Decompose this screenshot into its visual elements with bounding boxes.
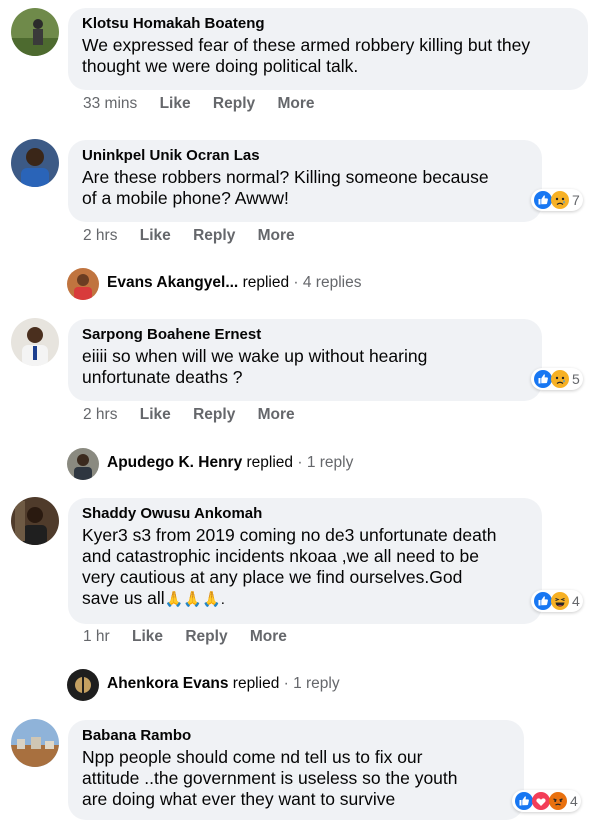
avatar[interactable] (67, 669, 99, 701)
comment-bubble: Sarpong Boahene Ernest eiiii so when wil… (68, 319, 542, 401)
comment-bubble: Babana Rambo Npp people should come nd t… (68, 720, 524, 820)
avatar[interactable] (11, 139, 59, 187)
comment-text: We expressed fear of these armed robbery… (82, 35, 531, 76)
more-button[interactable]: More (258, 406, 295, 423)
comment-text-body: Kyer3 s3 from 2019 coming no de3 unfortu… (82, 525, 497, 608)
view-replies-link[interactable]: Ahenkora Evans replied · 1 reply (107, 675, 340, 693)
reaction-count: 5 (572, 371, 580, 387)
comment-time[interactable]: 2 hrs (83, 227, 117, 244)
like-button[interactable]: Like (132, 628, 163, 645)
angry-icon (549, 792, 567, 810)
reaction-summary[interactable]: 5 (531, 368, 583, 390)
haha-icon (551, 592, 569, 610)
comment-actions: 1 hr Like Reply More (83, 628, 305, 646)
reaction-count: 4 (570, 793, 578, 809)
comment-time[interactable]: 1 hr (83, 628, 110, 645)
comment-text: Kyer3 s3 from 2019 coming no de3 unfortu… (82, 525, 528, 610)
like-button[interactable]: Like (160, 95, 191, 112)
reaction-summary[interactable]: 4 (512, 790, 581, 812)
comment-author[interactable]: Sarpong Boahene Ernest (82, 326, 528, 344)
reaction-summary[interactable]: 4 (531, 590, 583, 612)
more-button[interactable]: More (250, 628, 287, 645)
praying-hands-emoji: 🙏🙏🙏. (164, 591, 225, 608)
comment-time[interactable]: 2 hrs (83, 406, 117, 423)
avatar[interactable] (67, 448, 99, 480)
like-button[interactable]: Like (140, 406, 171, 423)
avatar[interactable] (11, 497, 59, 545)
reaction-summary[interactable]: 7 (531, 189, 583, 211)
reply-verb: replied (242, 274, 290, 291)
reply-verb: replied (232, 675, 280, 692)
comment-actions: 2 hrs Like Reply More (83, 406, 313, 424)
avatar[interactable] (11, 318, 59, 366)
reply-button[interactable]: Reply (193, 227, 235, 244)
comment-author[interactable]: Babana Rambo (82, 727, 510, 745)
comment-text: Are these robbers normal? Killing someon… (82, 167, 489, 208)
comment-text: eiiii so when will we wake up without he… (82, 346, 428, 387)
reply-button[interactable]: Reply (185, 628, 227, 645)
reply-author: Evans Akangyel... (107, 274, 239, 291)
comment-actions: 33 mins Like Reply More (83, 95, 333, 113)
reply-count: · 1 reply (297, 454, 354, 471)
reaction-count: 4 (572, 593, 580, 609)
reply-button[interactable]: Reply (193, 406, 235, 423)
more-button[interactable]: More (277, 95, 314, 112)
comment-actions: 2 hrs Like Reply More (83, 227, 313, 245)
reaction-count: 7 (572, 192, 580, 208)
view-replies-link[interactable]: Evans Akangyel... replied · 4 replies (107, 274, 361, 292)
reply-author: Ahenkora Evans (107, 675, 229, 692)
sad-icon (551, 370, 569, 388)
avatar[interactable] (67, 268, 99, 300)
reply-verb: replied (246, 454, 294, 471)
comment-text: Npp people should come nd tell us to fix… (82, 747, 458, 809)
comment-bubble: Klotsu Homakah Boateng We expressed fear… (68, 8, 588, 90)
more-button[interactable]: More (258, 227, 295, 244)
view-replies-link[interactable]: Apudego K. Henry replied · 1 reply (107, 454, 353, 472)
reply-button[interactable]: Reply (213, 95, 255, 112)
comment-bubble: Shaddy Owusu Ankomah Kyer3 s3 from 2019 … (68, 498, 542, 624)
comment-author[interactable]: Uninkpel Unik Ocran Las (82, 147, 528, 165)
comment-author[interactable]: Klotsu Homakah Boateng (82, 15, 574, 33)
sad-icon (551, 191, 569, 209)
reply-author: Apudego K. Henry (107, 454, 243, 471)
reply-count: · 4 replies (293, 274, 362, 291)
comment-time[interactable]: 33 mins (83, 95, 137, 112)
avatar[interactable] (11, 8, 59, 56)
reply-count: · 1 reply (283, 675, 340, 692)
avatar[interactable] (11, 719, 59, 767)
comment-bubble: Uninkpel Unik Ocran Las Are these robber… (68, 140, 542, 222)
comment-author[interactable]: Shaddy Owusu Ankomah (82, 505, 528, 523)
like-button[interactable]: Like (140, 227, 171, 244)
